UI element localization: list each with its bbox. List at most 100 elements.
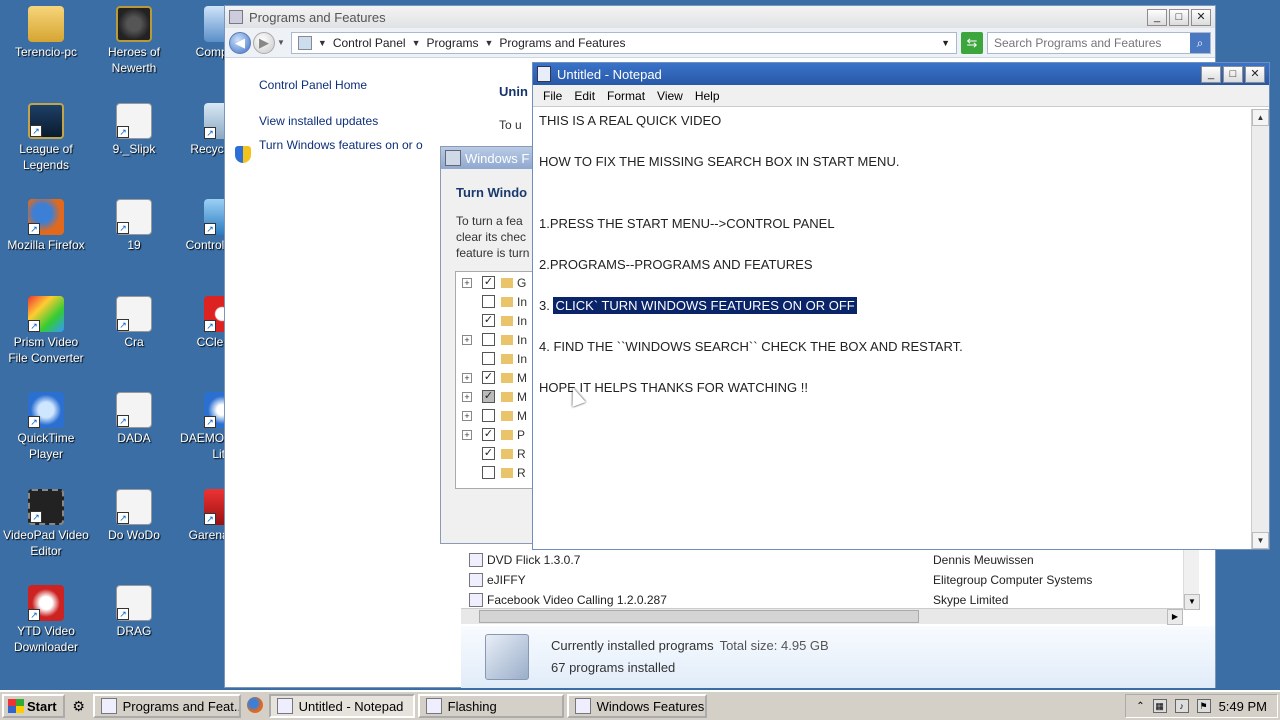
desktop-icon[interactable]: ↗ QuickTime Player [3,392,89,462]
feature-row[interactable]: + ✓ G [456,273,526,292]
desktop-icon[interactable]: Heroes of Newerth [91,6,177,76]
feature-row[interactable]: R [456,463,526,482]
breadcrumb-separator-icon[interactable]: ▼ [485,38,494,48]
menu-format[interactable]: Format [601,89,651,103]
expand-icon[interactable]: + [462,429,472,440]
desktop-icon[interactable]: ↗ DADA [91,392,177,446]
breadcrumb-separator-icon[interactable]: ▼ [318,38,327,48]
page-subtitle: To u [499,118,522,132]
view-installed-updates-link[interactable]: View installed updates [259,114,423,128]
scroll-right-arrow-icon[interactable]: ▶ [1167,609,1183,625]
features-dialog-titlebar[interactable]: Windows F [441,147,539,169]
desktop-icon[interactable]: ↗ Prism Video File Converter [3,295,89,366]
feature-row[interactable]: + In [456,330,527,349]
back-arrow-icon[interactable]: ◀ [229,31,251,54]
feature-checkbox[interactable] [482,333,495,346]
list-horizontal-scrollbar[interactable]: ▶ [461,608,1183,625]
breadcrumb[interactable]: ▼ Control Panel ▼ Programs ▼ Programs an… [290,31,957,54]
menu-file[interactable]: File [537,89,568,103]
feature-row[interactable]: + ✓ M [456,387,527,406]
desktop-icon[interactable]: ↗ VideoPad Video Editor [3,488,89,559]
recent-pages-chevron-icon[interactable]: ▼ [277,38,285,47]
notepad-close-button[interactable]: ✕ [1245,65,1265,83]
control-panel-home-link[interactable]: Control Panel Home [259,78,423,92]
refresh-icon[interactable]: ⇆ [961,31,983,54]
program-row[interactable]: DVD Flick 1.3.0.7 Dennis Meuwissen [463,550,1197,570]
feature-checkbox[interactable] [482,352,495,365]
feature-row[interactable]: + M [456,406,527,425]
menu-edit[interactable]: Edit [568,89,601,103]
turn-windows-features-link[interactable]: Turn Windows features on or o [259,138,423,152]
action-center-icon[interactable]: ⚑ [1196,699,1211,713]
volume-icon[interactable]: ♪ [1174,699,1189,713]
expand-icon[interactable]: + [462,277,472,288]
notepad-titlebar[interactable]: Untitled - Notepad _ □ ✕ [533,63,1269,85]
taskbar-button[interactable]: Programs and Feat... [92,694,241,718]
desktop-icon[interactable]: Terencio-pc [3,6,89,60]
scroll-down-arrow-icon[interactable]: ▼ [1184,594,1200,610]
menu-help[interactable]: Help [689,89,726,103]
start-button[interactable]: Start [2,694,65,718]
search-input[interactable] [994,35,1190,50]
firefox-quick-launch-icon[interactable] [244,694,266,716]
desktop-icon[interactable]: ↗ Mozilla Firefox [3,199,89,253]
programs-window-titlebar[interactable]: Programs and Features _ □ ✕ [225,6,1215,28]
feature-checkbox[interactable]: ✓ [482,428,495,441]
search-box[interactable]: ⌕ [987,31,1211,54]
scroll-up-arrow-icon[interactable]: ▲ [1252,109,1269,126]
desktop-icon[interactable]: ↗ 19 [91,199,177,253]
expand-icon[interactable]: + [462,334,472,345]
desktop-icon[interactable]: ↗ 9._Slipk [91,102,177,157]
network-icon[interactable]: ▦ [1152,699,1167,713]
close-button[interactable]: ✕ [1191,8,1211,26]
breadcrumb-separator-icon[interactable]: ▼ [412,38,421,48]
breadcrumb-item[interactable]: Programs and Features [499,36,625,50]
scrollbar-thumb[interactable] [479,610,919,623]
desktop-icon[interactable]: ↗ Cra [91,295,177,350]
breadcrumb-item[interactable]: Programs [426,36,478,50]
notepad-minimize-button[interactable]: _ [1201,65,1221,83]
features-tree[interactable]: + ✓ G In ✓ In + In In + ✓ M + ✓ M + M + ✓ P ✓ R R [455,271,539,489]
expand-icon[interactable]: + [462,410,472,421]
feature-row[interactable]: ✓ R [456,444,526,463]
forward-arrow-icon[interactable]: ▶ [253,31,275,54]
show-hidden-icons-icon[interactable]: ⌃ [1136,701,1144,712]
feature-row[interactable]: In [456,292,527,311]
expand-icon[interactable]: + [462,372,472,383]
feature-row[interactable]: In [456,349,527,368]
taskbar-button[interactable]: Windows Features [566,694,707,718]
feature-checkbox[interactable]: ✓ [482,371,495,384]
taskbar-button[interactable]: Untitled - Notepad [268,694,415,718]
feature-checkbox[interactable]: ✓ [482,276,495,289]
feature-row[interactable]: + ✓ P [456,425,525,444]
feature-checkbox[interactable] [482,466,495,479]
feature-row[interactable]: + ✓ M [456,368,527,387]
desktop-icon[interactable]: ↗ Do WoDo [91,488,177,543]
expand-icon[interactable]: + [462,391,472,402]
breadcrumb-item[interactable]: Control Panel [333,36,406,50]
scroll-down-arrow-icon[interactable]: ▼ [1252,532,1269,549]
desktop-icon[interactable]: ↗ YTD Video Downloader [3,585,89,655]
address-dropdown-icon[interactable]: ▼ [941,38,950,48]
menu-view[interactable]: View [651,89,689,103]
feature-checkbox[interactable]: ✓ [482,390,495,403]
notepad-maximize-button[interactable]: □ [1223,65,1243,83]
quick-launch-app-icon[interactable]: ⚙ [68,695,90,717]
program-row[interactable]: Facebook Video Calling 1.2.0.287 Skype Li… [463,590,1197,610]
search-icon[interactable]: ⌕ [1190,32,1210,53]
clock[interactable]: 5:49 PM [1219,699,1267,714]
feature-row[interactable]: ✓ In [456,311,527,330]
notepad-vertical-scrollbar[interactable]: ▲ ▼ [1251,109,1269,549]
desktop-icon[interactable]: ↗ DRAG [91,585,177,639]
program-row[interactable]: eJIFFY Elitegroup Computer Systems [463,570,1197,590]
taskbar-button[interactable]: Flashing [417,694,564,718]
feature-checkbox[interactable] [482,295,495,308]
details-total-size: Total size: 4.95 GB [719,638,829,653]
maximize-button[interactable]: □ [1169,8,1189,26]
feature-checkbox[interactable]: ✓ [482,314,495,327]
minimize-button[interactable]: _ [1147,8,1167,26]
feature-checkbox[interactable]: ✓ [482,447,495,460]
list-vertical-scrollbar[interactable]: ▼ [1183,550,1200,610]
feature-checkbox[interactable] [482,409,495,422]
desktop-icon[interactable]: ↗ League of Legends [3,102,89,173]
